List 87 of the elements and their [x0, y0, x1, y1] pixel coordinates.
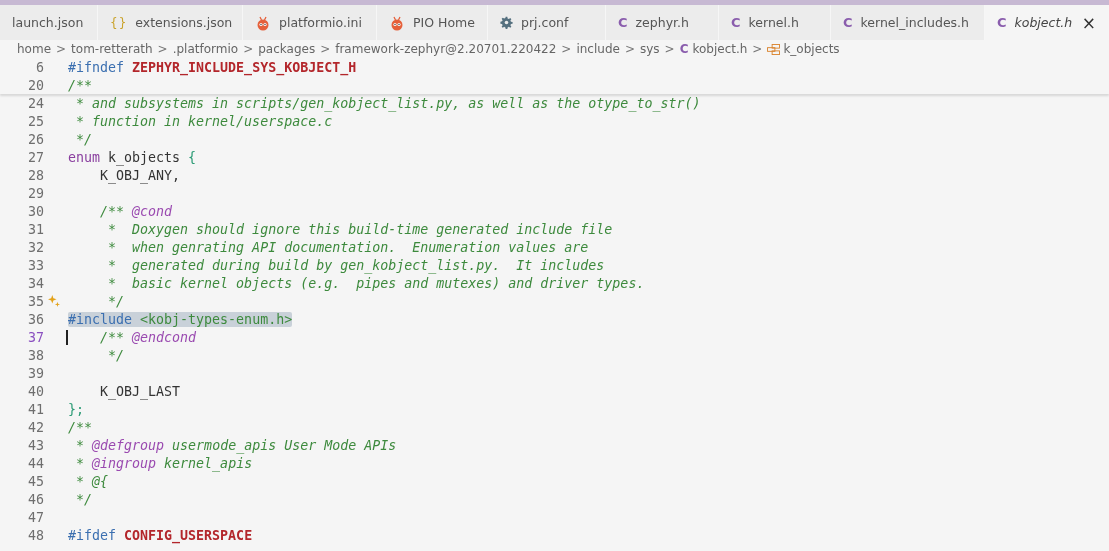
breadcrumb-separator: >: [243, 42, 254, 56]
line-number: 42: [27, 419, 44, 435]
code-line: #ifdef CONFIG_USERSPACE: [68, 527, 253, 543]
line-number: 35: [27, 293, 44, 309]
breadcrumb-item[interactable]: framework-zephyr@2.20701.220422: [335, 42, 557, 56]
line-number: 43: [27, 437, 44, 453]
line-number: 39: [27, 365, 44, 381]
breadcrumb-item[interactable]: packages: [258, 42, 316, 56]
line-number: 20: [27, 77, 44, 93]
breadcrumb-separator: >: [752, 42, 763, 56]
code-line: /**: [68, 419, 93, 435]
line-number: 30: [27, 203, 44, 219]
breadcrumb-separator: >: [561, 42, 572, 56]
code-line: * and subsystems in scripts/gen_kobject_list.py, as well as the otype_to_str(): [75, 95, 701, 111]
code-line: #ifndef ZEPHYR_INCLUDE_SYS_KOBJECT_H: [68, 59, 357, 75]
ant-head-icon: [389, 14, 405, 31]
line-number: 47: [27, 509, 44, 525]
code-line: * when genrating API documentation. Enumeration values are: [107, 239, 589, 255]
breadcrumb-separator: >: [56, 42, 67, 56]
c-file-icon: C: [843, 15, 853, 30]
code-line: * @defgroup usermode_apis User Mode APIs: [75, 437, 397, 453]
c-file-icon: C: [679, 42, 689, 56]
line-number: 48: [27, 527, 44, 543]
line-number: 40: [27, 383, 44, 399]
line-number: 31: [27, 221, 44, 237]
line-number: 36: [27, 311, 44, 327]
code-line: */: [107, 293, 125, 309]
code-line: /**: [68, 77, 93, 93]
editor-tab[interactable]: {} extensions.json: [98, 5, 243, 40]
breadcrumb-separator: >: [320, 42, 331, 56]
line-number: 38: [27, 347, 44, 363]
line-number: 25: [27, 113, 44, 129]
line-number: 26: [27, 131, 44, 147]
code-line: /** @endcond: [66, 329, 197, 345]
breadcrumb-item[interactable]: sys: [639, 42, 660, 56]
breadcrumb-separator: >: [624, 42, 635, 56]
code-line: K_OBJ_LAST: [99, 383, 181, 399]
editor-tab[interactable]: PIO Home: [377, 5, 488, 40]
code-line: * function in kernel/userspace.c: [75, 113, 333, 129]
line-number: 44: [27, 455, 44, 471]
c-file-icon: C: [731, 15, 741, 30]
line-number: 27: [27, 149, 44, 165]
breadcrumb-item[interactable]: kobject.h: [692, 42, 748, 56]
line-number: 24: [27, 95, 44, 111]
code-line: * @{: [75, 473, 109, 489]
breadcrumb-item[interactable]: include: [576, 42, 620, 56]
editor-tab[interactable]: prj.conf: [488, 5, 606, 40]
breadcrumb-item[interactable]: .platformio: [172, 42, 239, 56]
c-file-icon: C: [618, 15, 628, 30]
code-line: */: [75, 131, 93, 147]
code-line: * @ingroup kernel_apis: [75, 455, 253, 471]
close-tab-button[interactable]: ×: [1081, 12, 1096, 33]
c-file-icon: C: [997, 15, 1007, 30]
breadcrumb-item[interactable]: home: [17, 42, 52, 56]
line-number: 29: [27, 185, 44, 201]
code-line: K_OBJ_ANY,: [99, 167, 181, 183]
code-line: */: [75, 491, 93, 507]
structure-icon: [767, 43, 781, 55]
line-number: 33: [27, 257, 44, 273]
breadcrumb-separator: >: [664, 42, 675, 56]
editor-tab[interactable]: C kobject.h ×: [985, 5, 1109, 40]
breadcrumb-item[interactable]: k_objects: [783, 42, 840, 56]
editor-tab[interactable]: C zephyr.h: [606, 5, 719, 40]
line-number: 45: [27, 473, 44, 489]
code-line: */: [107, 347, 125, 363]
line-number: 6: [35, 59, 44, 75]
breadcrumb-separator: >: [157, 42, 168, 56]
editor-tab[interactable]: C kernel.h: [719, 5, 831, 40]
code-line: enum k_objects {: [68, 149, 197, 165]
line-number: 37: [27, 329, 44, 345]
line-number: 41: [27, 401, 44, 417]
braces-icon: {}: [110, 15, 128, 30]
sparkle-icon[interactable]: [48, 295, 60, 307]
code-line: * basic kernel objects (e.g. pipes and mutexes) and driver types.: [107, 275, 645, 291]
breadcrumb-item[interactable]: tom-retterath: [71, 42, 153, 56]
settings-icon: [500, 16, 513, 29]
code-line: * Doxygen should ignore this build-time generated include file: [107, 221, 613, 237]
line-number: 28: [27, 167, 44, 183]
code-line: /** @cond: [99, 203, 173, 219]
editor-tab[interactable]: platformio.ini: [243, 5, 377, 40]
editor-tab[interactable]: launch.json: [0, 5, 98, 40]
line-number: 34: [27, 275, 44, 291]
ant-head-icon: [255, 14, 271, 31]
code-line: * generated during build by gen_kobject_list.py. It includes: [107, 257, 605, 273]
line-number: 32: [27, 239, 44, 255]
code-line: };: [68, 401, 84, 417]
line-number: 46: [27, 491, 44, 507]
